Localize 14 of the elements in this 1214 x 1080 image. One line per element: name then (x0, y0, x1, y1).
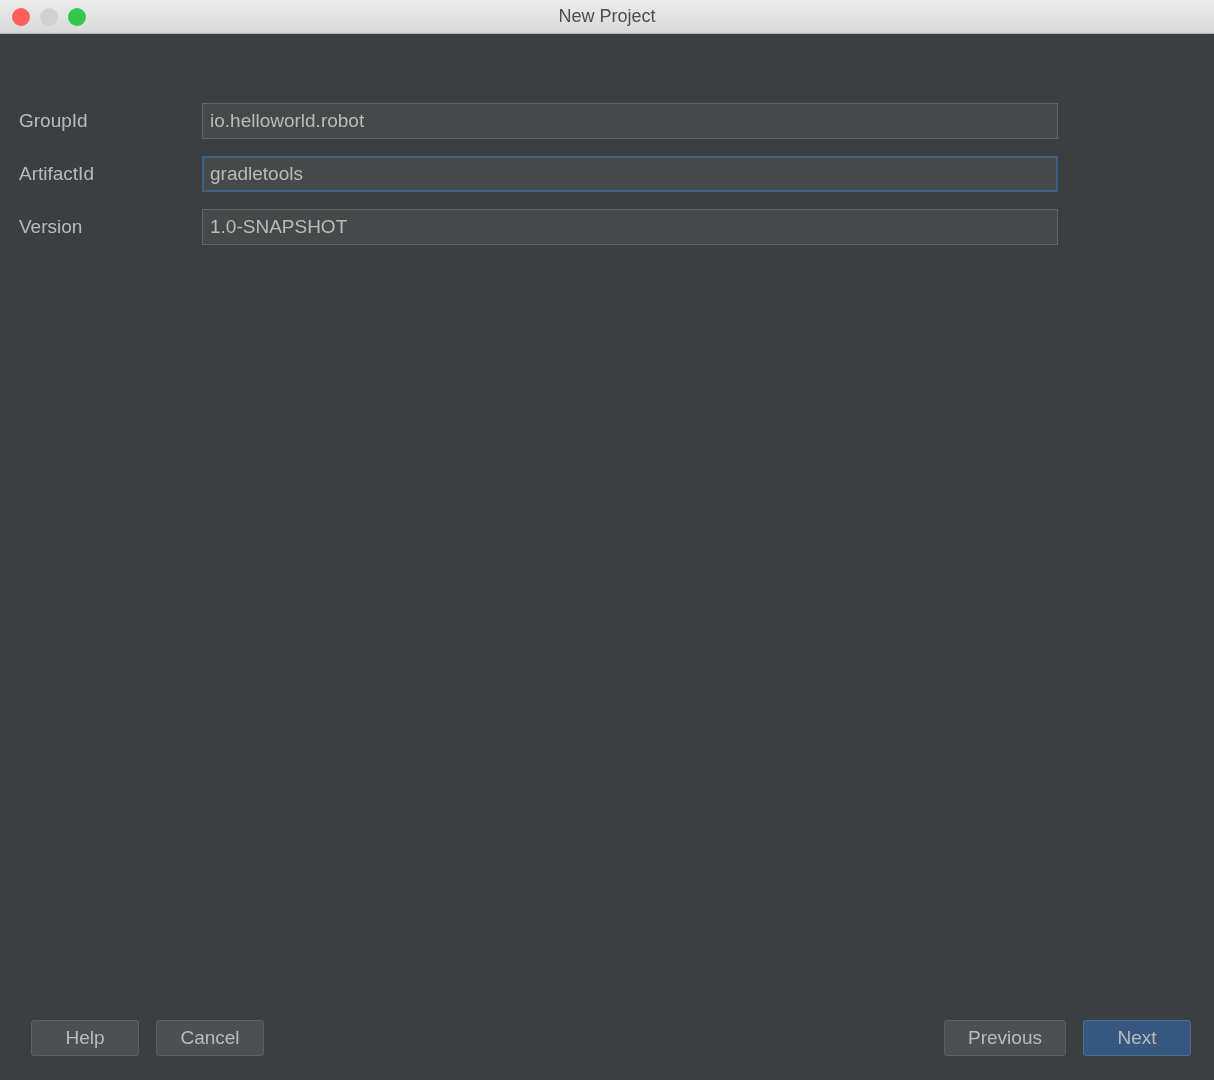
close-icon[interactable] (12, 8, 30, 26)
window-title: New Project (558, 6, 656, 27)
field-label: Version (19, 216, 84, 238)
minimize-icon[interactable] (40, 8, 58, 26)
text-field[interactable]: gradletools (202, 156, 1058, 192)
default-button[interactable]: Next (1083, 1020, 1191, 1056)
zoom-icon[interactable] (68, 8, 86, 26)
field-label: GroupId (19, 110, 89, 132)
dialog-button[interactable]: Help (31, 1020, 139, 1056)
text-field[interactable]: 1.0-SNAPSHOT (202, 209, 1058, 245)
dialog-button[interactable]: Cancel (156, 1020, 264, 1056)
text-field[interactable]: io.helloworld.robot (202, 103, 1058, 139)
field-label: ArtifactId (19, 163, 95, 185)
dialog-button[interactable]: Previous (944, 1020, 1066, 1056)
